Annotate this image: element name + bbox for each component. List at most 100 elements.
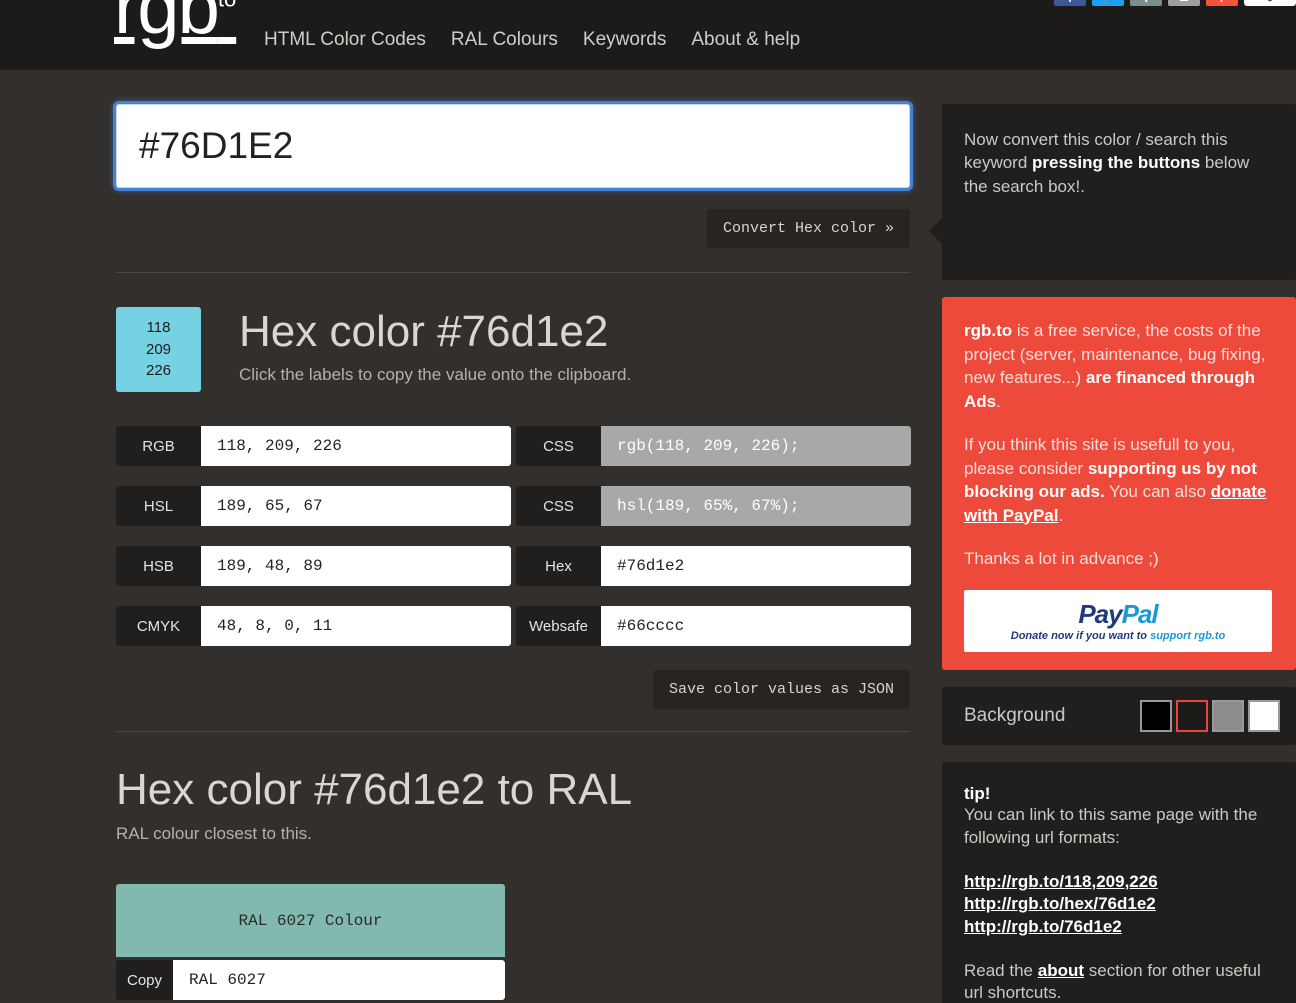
value-row-hsl[interactable]: HSL 189, 65, 67 — [116, 486, 511, 526]
value-label-hsl[interactable]: HSL — [116, 486, 201, 526]
main-content: #76D1E2 Convert Hex color » 118 209 226 … — [116, 104, 910, 1000]
hint-pointer-arrow — [929, 218, 942, 244]
color-values-grid: RGB 118, 209, 226 CSS rgb(118, 209, 226)… — [116, 426, 910, 646]
swatch-b: 226 — [146, 360, 171, 382]
tip-read-more: Read the about section for other useful … — [964, 960, 1272, 1003]
value-label-websafe[interactable]: Websafe — [516, 606, 601, 646]
value-field-hsb[interactable]: 189, 48, 89 — [201, 546, 511, 586]
save-json-button[interactable]: Save color values as JSON — [653, 670, 910, 709]
paypal-sub-link: support rgb.to — [1150, 630, 1225, 642]
value-field-hsl[interactable]: 189, 65, 67 — [201, 486, 511, 526]
value-field-websafe[interactable]: #66cccc — [601, 606, 911, 646]
bg-swatch-white[interactable] — [1248, 700, 1280, 732]
ral-copy-row[interactable]: Copy RAL 6027 — [116, 960, 505, 1000]
nav-item-keywords[interactable]: Keywords — [583, 29, 691, 51]
ral-copy-button[interactable]: Copy — [116, 960, 173, 1000]
email-share-button[interactable]: ✉ — [1168, 0, 1200, 6]
value-field-css-rgb[interactable]: rgb(118, 209, 226); — [601, 426, 911, 466]
paypal-word-pal: Pal — [1122, 599, 1158, 629]
more-share-button[interactable]: ● — [1244, 0, 1296, 6]
page-root: rgbto HTML Color Codes RAL Colours Keywo… — [0, 0, 1296, 1003]
convert-row: Convert Hex color » — [116, 209, 910, 248]
site-logo[interactable]: rgbto — [114, 0, 236, 46]
search-input[interactable]: #76D1E2 — [116, 104, 910, 188]
ad-paragraph-2: If you think this site is usefull to you… — [964, 433, 1272, 527]
value-field-cmyk[interactable]: 48, 8, 0, 11 — [201, 606, 511, 646]
color-swatch: 118 209 226 — [116, 307, 201, 392]
ad-brand: rgb.to — [964, 321, 1012, 340]
paypal-donate-button[interactable]: PayPal Donate now if you want to support… — [964, 590, 1272, 652]
ad-p2-mid: You can also — [1105, 482, 1211, 501]
nav-item-about-help[interactable]: About & help — [691, 29, 825, 51]
ral-color-swatch: RAL 6027 Colour — [116, 884, 505, 957]
ral-header: Hex color #76d1e2 to RAL RAL colour clos… — [116, 766, 910, 844]
paypal-wordmark: PayPal — [1078, 601, 1157, 627]
nav-item-html-color-codes[interactable]: HTML Color Codes — [258, 29, 451, 51]
tip-url-rgb[interactable]: http://rgb.to/118,209,226 — [964, 871, 1272, 893]
swatch-g: 209 — [146, 339, 171, 361]
value-label-hsb[interactable]: HSB — [116, 546, 201, 586]
tip-url-short[interactable]: http://rgb.to/76d1e2 — [964, 916, 1272, 938]
ral-title: Hex color #76d1e2 to RAL — [116, 766, 910, 814]
value-label-hex[interactable]: Hex — [516, 546, 601, 586]
hint-spacer — [964, 198, 1272, 256]
background-label: Background — [964, 705, 1065, 727]
value-label-cmyk[interactable]: CMYK — [116, 606, 201, 646]
tumblr-share-button[interactable]: t — [1130, 0, 1162, 6]
value-field-hex[interactable]: #76d1e2 — [601, 546, 911, 586]
value-field-rgb[interactable]: 118, 209, 226 — [201, 426, 511, 466]
twitter-share-button[interactable]: 🐦 — [1092, 0, 1124, 6]
nav-item-ral-colours[interactable]: RAL Colours — [451, 29, 583, 51]
ad-support-panel: rgb.to is a free service, the costs of t… — [942, 297, 1296, 670]
tip-text: You can link to this same page with the … — [964, 804, 1272, 848]
bg-swatch-black[interactable] — [1140, 700, 1172, 732]
ral-subtitle: RAL colour closest to this. — [116, 824, 910, 844]
value-label-rgb[interactable]: RGB — [116, 426, 201, 466]
tip-url-list: http://rgb.to/118,209,226 http://rgb.to/… — [964, 871, 1272, 938]
color-header: 118 209 226 Hex color #76d1e2 Click the … — [116, 307, 910, 392]
background-picker-panel: Background — [942, 687, 1296, 745]
ad-p2-end: . — [1058, 506, 1063, 525]
ad-paragraph-3: Thanks a lot in advance ;) — [964, 547, 1272, 570]
value-row-cmyk[interactable]: CMYK 48, 8, 0, 11 — [116, 606, 511, 646]
logo-superscript: to — [218, 0, 236, 12]
facebook-share-button[interactable]: f — [1054, 0, 1086, 6]
bg-swatch-grey[interactable] — [1212, 700, 1244, 732]
swatch-r: 118 — [147, 317, 171, 339]
value-row-hsb[interactable]: HSB 189, 48, 89 — [116, 546, 511, 586]
ral-card: RAL 6027 Colour Copy RAL 6027 — [116, 884, 505, 1000]
value-row-css-rgb[interactable]: CSS rgb(118, 209, 226); — [516, 426, 911, 466]
value-label-css-rgb[interactable]: CSS — [516, 426, 601, 466]
bg-swatch-dark[interactable] — [1176, 700, 1208, 732]
site-header: rgbto HTML Color Codes RAL Colours Keywo… — [0, 0, 1296, 70]
paypal-word-pay: Pay — [1078, 599, 1121, 629]
paypal-subtitle: Donate now if you want to support rgb.to — [1011, 630, 1225, 642]
divider-bottom — [116, 731, 910, 732]
hint-panel: Now convert this color / search this key… — [942, 104, 1296, 280]
social-share-bar: f 🐦 t ✉ r ● — [1054, 0, 1296, 6]
convert-hex-color-button[interactable]: Convert Hex color » — [707, 209, 910, 248]
value-row-css-hsl[interactable]: CSS hsl(189, 65%, 67%); — [516, 486, 911, 526]
value-row-websafe[interactable]: Websafe #66cccc — [516, 606, 911, 646]
value-row-hex[interactable]: Hex #76d1e2 — [516, 546, 911, 586]
value-label-css-hsl[interactable]: CSS — [516, 486, 601, 526]
json-row: Save color values as JSON — [116, 670, 910, 709]
main-nav: HTML Color Codes RAL Colours Keywords Ab… — [258, 29, 825, 51]
ad-paragraph-1: rgb.to is a free service, the costs of t… — [964, 319, 1272, 413]
hint-text: Now convert this color / search this key… — [964, 128, 1272, 198]
about-link[interactable]: about — [1038, 961, 1084, 980]
ral-copy-value[interactable]: RAL 6027 — [173, 960, 505, 1000]
tip-label: tip! — [964, 784, 1272, 804]
hint-strong: pressing the buttons — [1032, 153, 1200, 172]
value-field-css-hsl[interactable]: hsl(189, 65%, 67%); — [601, 486, 911, 526]
reddit-share-button[interactable]: r — [1206, 0, 1238, 6]
background-swatches — [1140, 700, 1280, 732]
ad-p1-end: . — [996, 392, 1001, 411]
logo-text: rgb — [114, 0, 218, 50]
search-input-value: #76D1E2 — [139, 125, 293, 167]
tip-url-hex[interactable]: http://rgb.to/hex/76d1e2 — [964, 893, 1272, 915]
page-title: Hex color #76d1e2 — [239, 309, 631, 355]
value-row-rgb[interactable]: RGB 118, 209, 226 — [116, 426, 511, 466]
divider-top — [116, 272, 910, 273]
page-subtitle: Click the labels to copy the value onto … — [239, 365, 631, 385]
